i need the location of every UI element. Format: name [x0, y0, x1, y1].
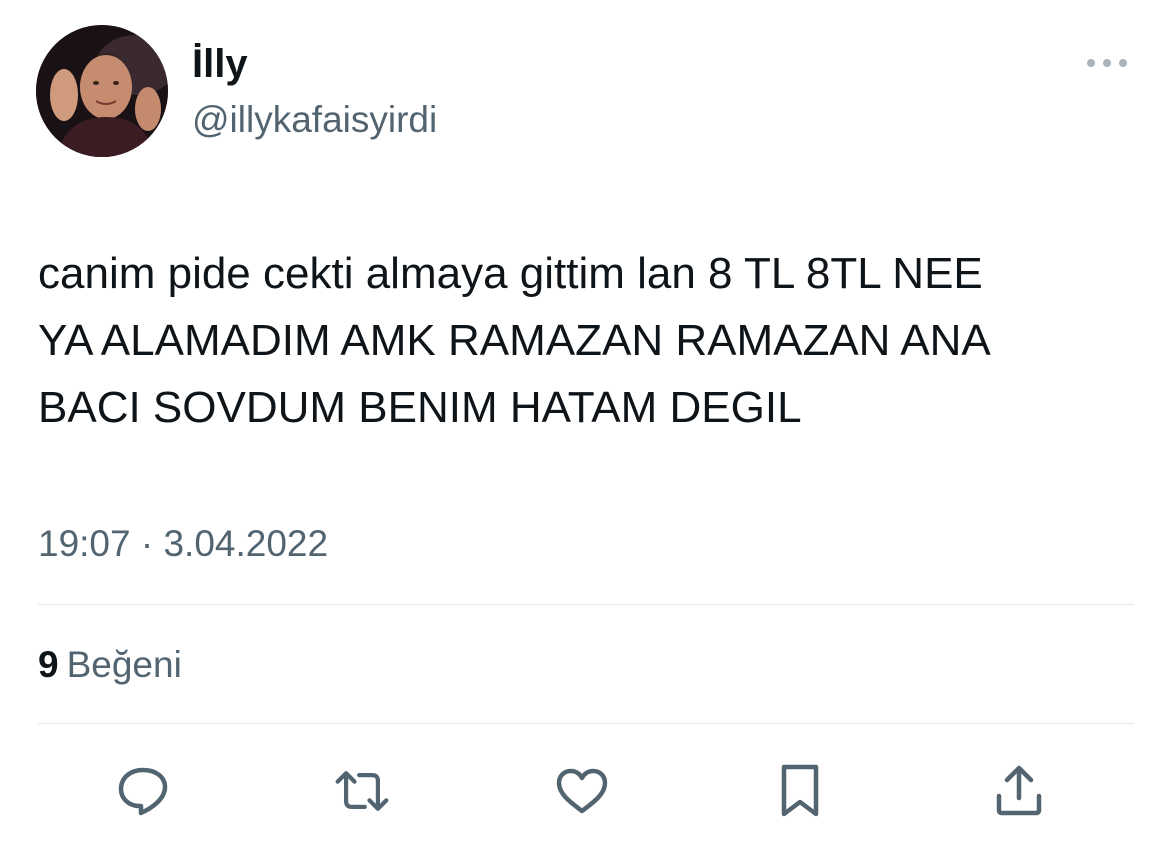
- bookmark-icon: [781, 764, 819, 817]
- user-handle[interactable]: @illykafaisyirdi: [192, 98, 437, 142]
- heart-icon: [556, 768, 608, 814]
- divider: [38, 723, 1134, 724]
- tweet-text-line: YA ALAMADIM AMK RAMAZAN RAMAZAN ANA: [38, 316, 991, 365]
- retweet-button[interactable]: [333, 762, 391, 820]
- more-horizontal-icon: [1087, 59, 1127, 67]
- tweet-text: canim pide cekti almaya gittim lan 8 TL …: [38, 240, 1138, 441]
- reply-button[interactable]: [114, 762, 172, 820]
- likes-stat[interactable]: 9 Beğeni: [38, 643, 182, 687]
- retweet-icon: [335, 771, 389, 811]
- tweet-timestamp[interactable]: 19:07 · 3.04.2022: [38, 522, 328, 566]
- avatar-photo: [36, 25, 168, 157]
- tweet-detail: İlly @illykafaisyirdi canim pide cekti a…: [0, 0, 1170, 854]
- like-button[interactable]: [553, 762, 611, 820]
- avatar[interactable]: [36, 25, 168, 157]
- share-icon: [996, 765, 1042, 816]
- display-name[interactable]: İlly: [192, 40, 248, 88]
- reply-icon: [118, 767, 168, 816]
- tweet-text-line: BACI SOVDUM BENIM HATAM DEGIL: [38, 383, 802, 432]
- divider: [38, 604, 1134, 605]
- tweet-text-line: canim pide cekti almaya gittim lan 8 TL …: [38, 249, 983, 298]
- more-options-button[interactable]: [1082, 48, 1132, 78]
- share-button[interactable]: [990, 762, 1048, 820]
- bookmark-button[interactable]: [771, 762, 829, 820]
- likes-label: Beğeni: [66, 644, 182, 685]
- likes-count: 9: [38, 644, 59, 685]
